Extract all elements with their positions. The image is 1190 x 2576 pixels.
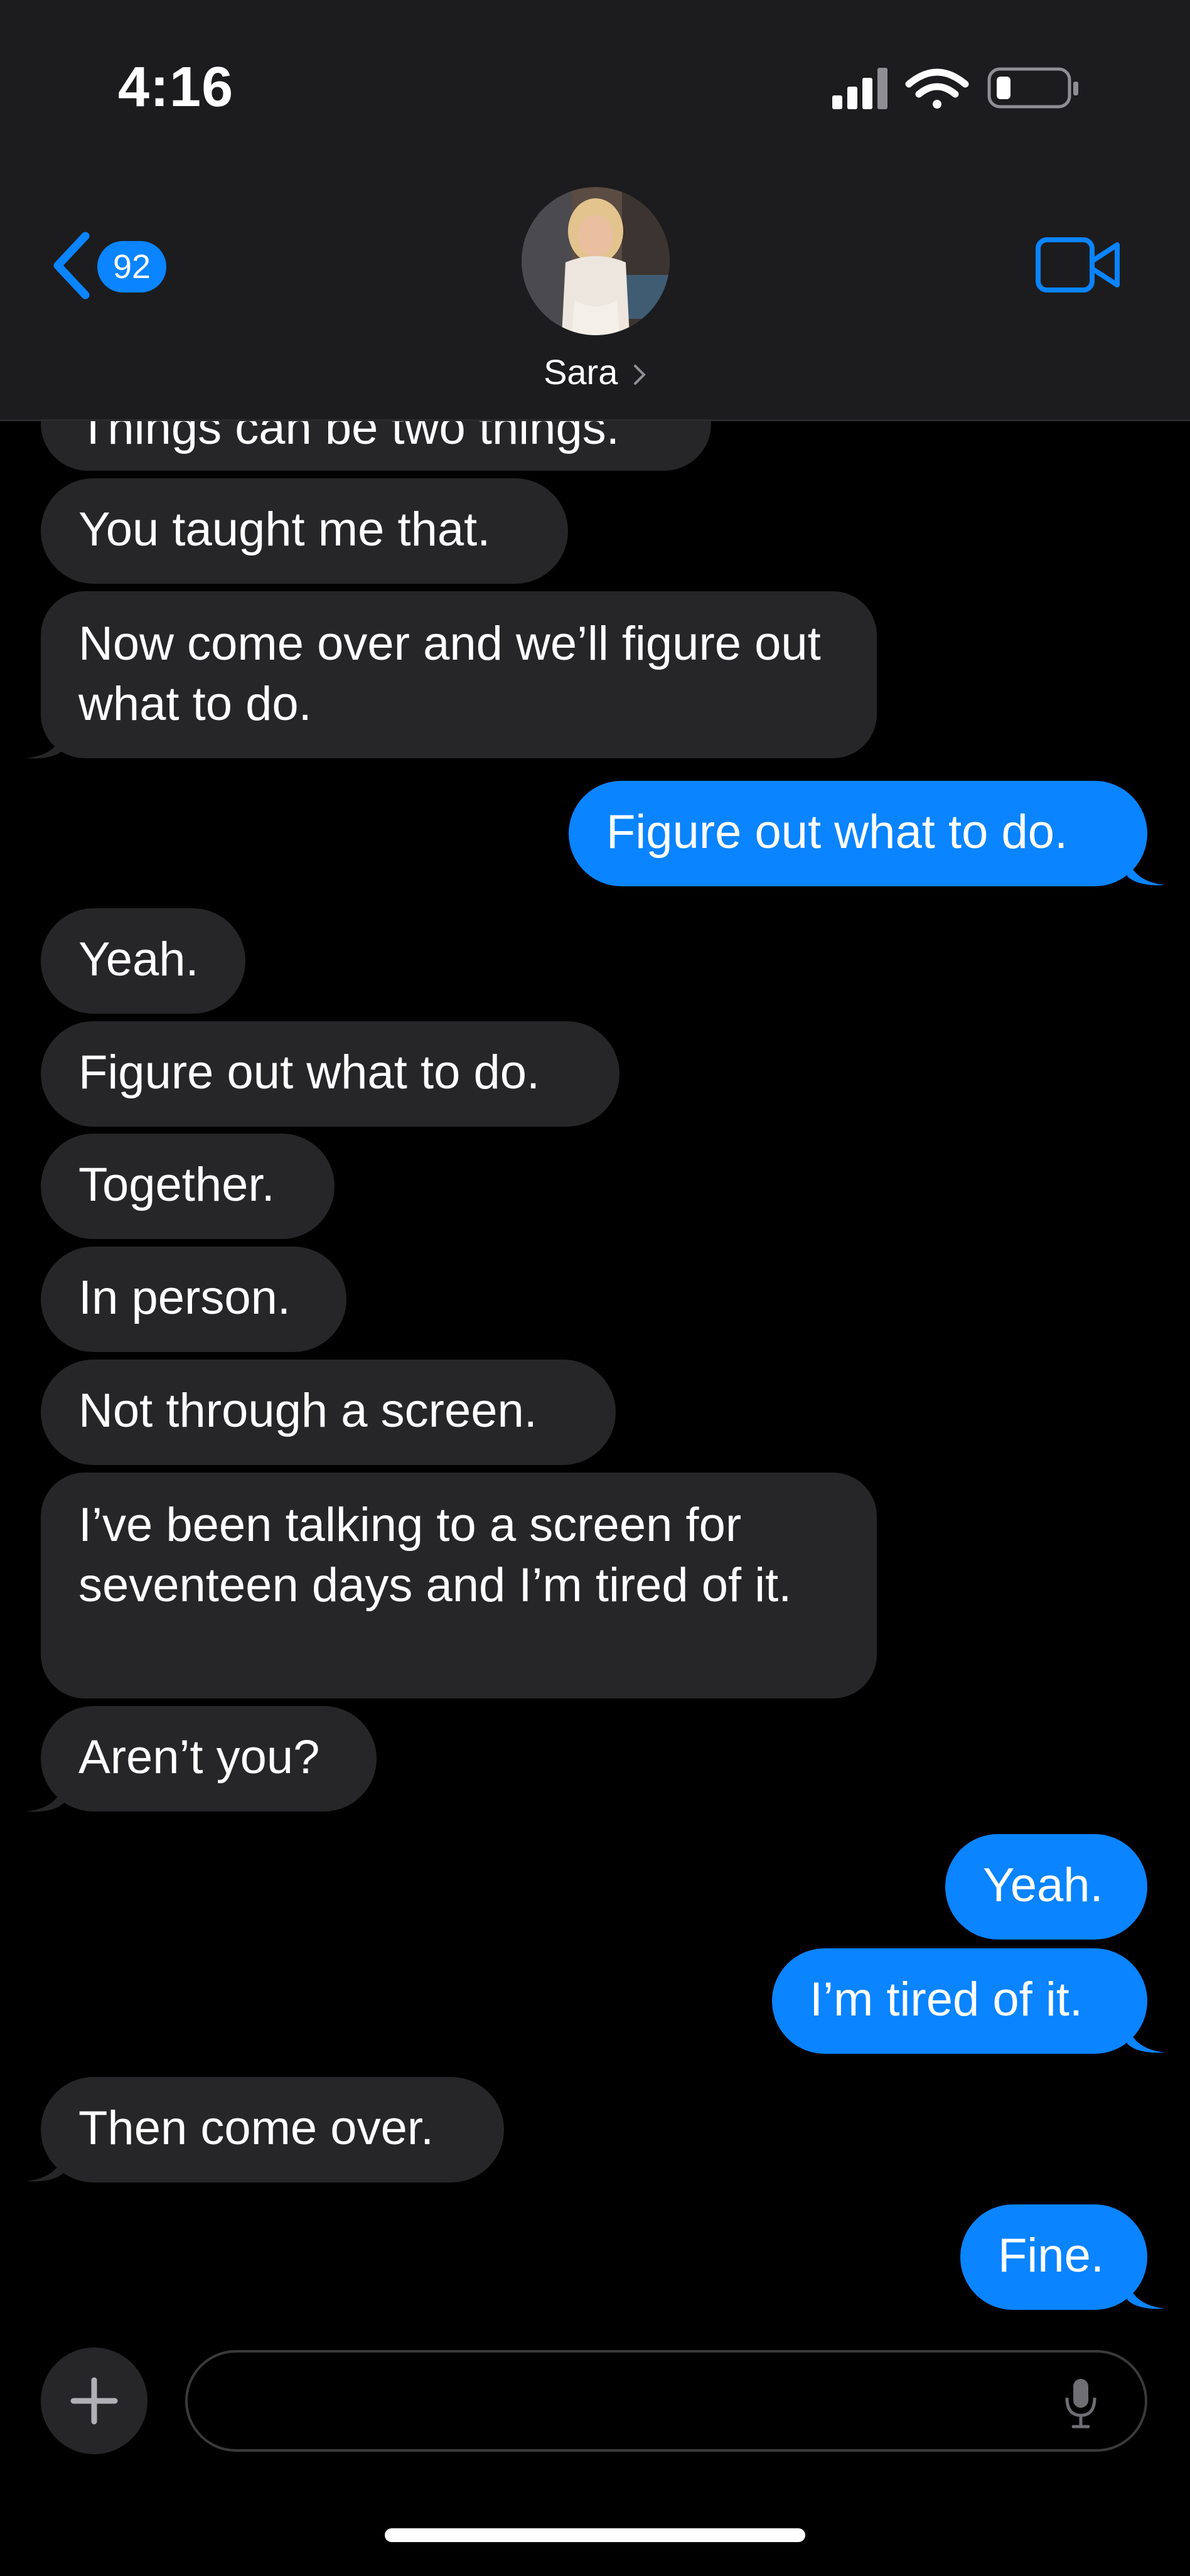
message-bubble-incoming[interactable]: Now come over and we’ll figure out what … <box>41 591 877 758</box>
bubble-tail-outgoing <box>1127 2285 1165 2309</box>
battery-icon <box>987 67 1078 109</box>
message-bubble-outgoing[interactable]: I’m tired of it. <box>772 1948 1147 2054</box>
avatar[interactable] <box>522 187 670 335</box>
unread-count-badge[interactable]: 92 <box>97 241 166 292</box>
chevron-right-icon[interactable] <box>633 363 646 386</box>
back-chevron-icon[interactable] <box>49 231 93 300</box>
message-bubble-incoming[interactable]: Figure out what to do. <box>41 1021 619 1127</box>
message-bubble-outgoing[interactable]: Figure out what to do. <box>569 781 1147 886</box>
message-bubble-outgoing[interactable]: Fine. <box>960 2204 1147 2310</box>
video-camera-icon[interactable] <box>1034 233 1122 296</box>
contact-name[interactable]: Sara <box>0 352 1190 392</box>
message-bubble-incoming[interactable]: Together. <box>41 1134 335 1239</box>
message-bubble-incoming[interactable]: Aren’t you? <box>41 1706 377 1811</box>
wifi-icon <box>905 68 969 109</box>
conversation-header: 4:16 92 Sara <box>0 0 1190 421</box>
message-bubble-incoming[interactable]: Not through a screen. <box>41 1360 616 1465</box>
message-bubble-incoming[interactable]: Then come over. <box>41 2077 504 2182</box>
apps-plus-button[interactable] <box>41 2348 147 2454</box>
bubble-tail-outgoing <box>1127 2029 1165 2053</box>
plus-icon <box>70 2377 118 2425</box>
bubble-tail-incoming <box>26 1788 64 1812</box>
message-bubble-incoming[interactable]: Yeah. <box>41 908 245 1014</box>
message-bubble-incoming[interactable]: You taught me that. <box>41 478 568 584</box>
bubble-tail-incoming <box>26 2157 64 2182</box>
message-bubble-incoming[interactable]: In person. <box>41 1247 346 1352</box>
status-icons <box>832 67 1078 109</box>
message-input[interactable] <box>225 2353 1044 2450</box>
bubble-tail-outgoing <box>1127 861 1165 886</box>
bubble-tail-incoming <box>26 734 64 759</box>
signal-icon <box>832 68 887 109</box>
microphone-icon[interactable] <box>1062 2376 1100 2429</box>
message-bubble-incoming[interactable]: I’ve been talking to a screen for sevent… <box>41 1473 877 1699</box>
message-bubble-outgoing[interactable]: Yeah. <box>945 1834 1147 1940</box>
status-time: 4:16 <box>118 56 234 119</box>
message-input-field[interactable] <box>185 2350 1147 2452</box>
home-indicator[interactable] <box>385 2528 805 2542</box>
contact-name-label[interactable]: Sara <box>544 352 618 392</box>
